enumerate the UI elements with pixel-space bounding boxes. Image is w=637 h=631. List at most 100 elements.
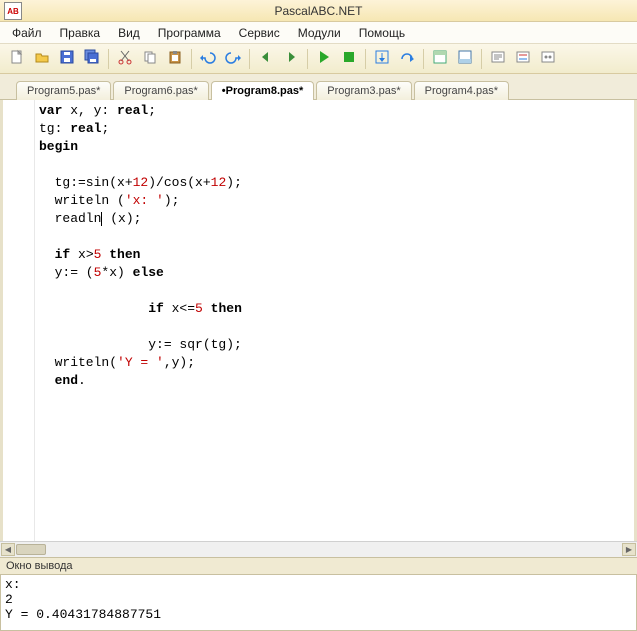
code-line: end. [39,373,86,388]
new-file-button[interactable] [6,48,28,70]
menu-bar: ФайлПравкаВидПрограммаСервисМодулиПомощь [0,22,637,44]
menu-item-0[interactable]: Файл [4,24,50,42]
app-icon: AB [4,2,22,20]
editor-area: var x, y: real; tg: real; begin tg:=sin(… [0,100,637,541]
step-into-icon [374,49,390,68]
editor-tab-4[interactable]: Program4.pas* [414,81,509,100]
toggle-panel-icon [432,49,448,68]
code-token [203,301,211,316]
code-token: end [55,373,78,388]
editor-tab-1[interactable]: Program6.pas* [113,81,208,100]
toolbar-separator [423,49,424,69]
step-over-icon [399,49,415,68]
output-panel[interactable]: x: 2 Y = 0.40431784887751 [0,575,637,631]
code-token: y:= sqr(tg); [39,337,242,352]
open-file-button[interactable] [31,48,53,70]
nav-forward-button[interactable] [280,48,302,70]
code-token: *x) [101,265,132,280]
undo-button[interactable] [197,48,219,70]
code-token: tg: [39,121,70,136]
code-token: begin [39,139,78,154]
code-token: readln [39,211,101,226]
code-token: writeln( [39,355,117,370]
scroll-thumb[interactable] [16,544,46,555]
code-line: var x, y: real; [39,103,156,118]
editor-gutter [3,100,35,541]
replace-icon [515,49,531,68]
scroll-left-icon[interactable]: ◀ [1,543,15,556]
code-line: begin [39,139,78,154]
editor-tab-2[interactable]: •Program8.pas* [211,81,315,100]
code-token: ); [226,175,242,190]
stop-icon [341,49,357,68]
code-token: ); [164,193,180,208]
code-line: if x>5 then [39,247,140,262]
code-token: writeln ( [39,193,125,208]
open-file-icon [34,49,50,68]
copy-button[interactable] [139,48,161,70]
menu-item-1[interactable]: Правка [52,24,109,42]
code-token: 5 [195,301,203,316]
title-bar: AB PascalABC.NET [0,0,637,22]
toggle-panel-button[interactable] [429,48,451,70]
redo-icon [225,49,241,68]
toolbar-separator [108,49,109,69]
editor-hscrollbar[interactable]: ◀ ▶ [0,541,637,557]
code-token: else [133,265,164,280]
code-line: writeln('Y = ',y); [39,355,195,370]
menu-item-6[interactable]: Помощь [351,24,413,42]
code-token: then [109,247,140,262]
save-all-button[interactable] [81,48,103,70]
code-token: )/cos(x+ [148,175,210,190]
step-into-button[interactable] [371,48,393,70]
editor-tab-3[interactable]: Program3.pas* [316,81,411,100]
menu-item-2[interactable]: Вид [110,24,148,42]
code-token: 'x: ' [125,193,164,208]
editor-tab-row: Program5.pas*Program6.pas*•Program8.pas*… [0,74,637,100]
toolbar-separator [307,49,308,69]
code-token [39,373,55,388]
toolbar-separator [191,49,192,69]
find-icon [490,49,506,68]
code-line: y:= sqr(tg); [39,337,242,352]
app-title: PascalABC.NET [274,4,362,18]
stop-button[interactable] [338,48,360,70]
toolbar [0,44,637,74]
code-token: ; [101,121,109,136]
run-icon [316,49,332,68]
code-token: then [211,301,242,316]
code-token: tg:=sin(x+ [39,175,133,190]
code-token: 12 [211,175,227,190]
cut-button[interactable] [114,48,136,70]
replace-button[interactable] [512,48,534,70]
code-line: tg:=sin(x+12)/cos(x+12); [39,175,242,190]
find-button[interactable] [487,48,509,70]
menu-item-5[interactable]: Модули [290,24,349,42]
save-file-icon [59,49,75,68]
toggle-output-button[interactable] [454,48,476,70]
code-token: ; [148,103,156,118]
code-token: . [78,373,86,388]
code-token: if [55,247,71,262]
save-file-button[interactable] [56,48,78,70]
paste-button[interactable] [164,48,186,70]
save-all-icon [84,49,100,68]
redo-button[interactable] [222,48,244,70]
code-token: x, y: [62,103,117,118]
nav-back-button[interactable] [255,48,277,70]
nav-forward-icon [283,49,299,68]
nav-back-icon [258,49,274,68]
menu-item-4[interactable]: Сервис [231,24,288,42]
toolbar-separator [249,49,250,69]
run-button[interactable] [313,48,335,70]
code-editor[interactable]: var x, y: real; tg: real; begin tg:=sin(… [35,100,634,541]
code-token: y:= ( [39,265,94,280]
code-line: if x<=5 then [39,301,242,316]
menu-item-3[interactable]: Программа [150,24,229,42]
editor-tab-0[interactable]: Program5.pas* [16,81,111,100]
copy-icon [142,49,158,68]
step-over-button[interactable] [396,48,418,70]
scroll-right-icon[interactable]: ▶ [622,543,636,556]
toggle-output-icon [457,49,473,68]
options-button[interactable] [537,48,559,70]
